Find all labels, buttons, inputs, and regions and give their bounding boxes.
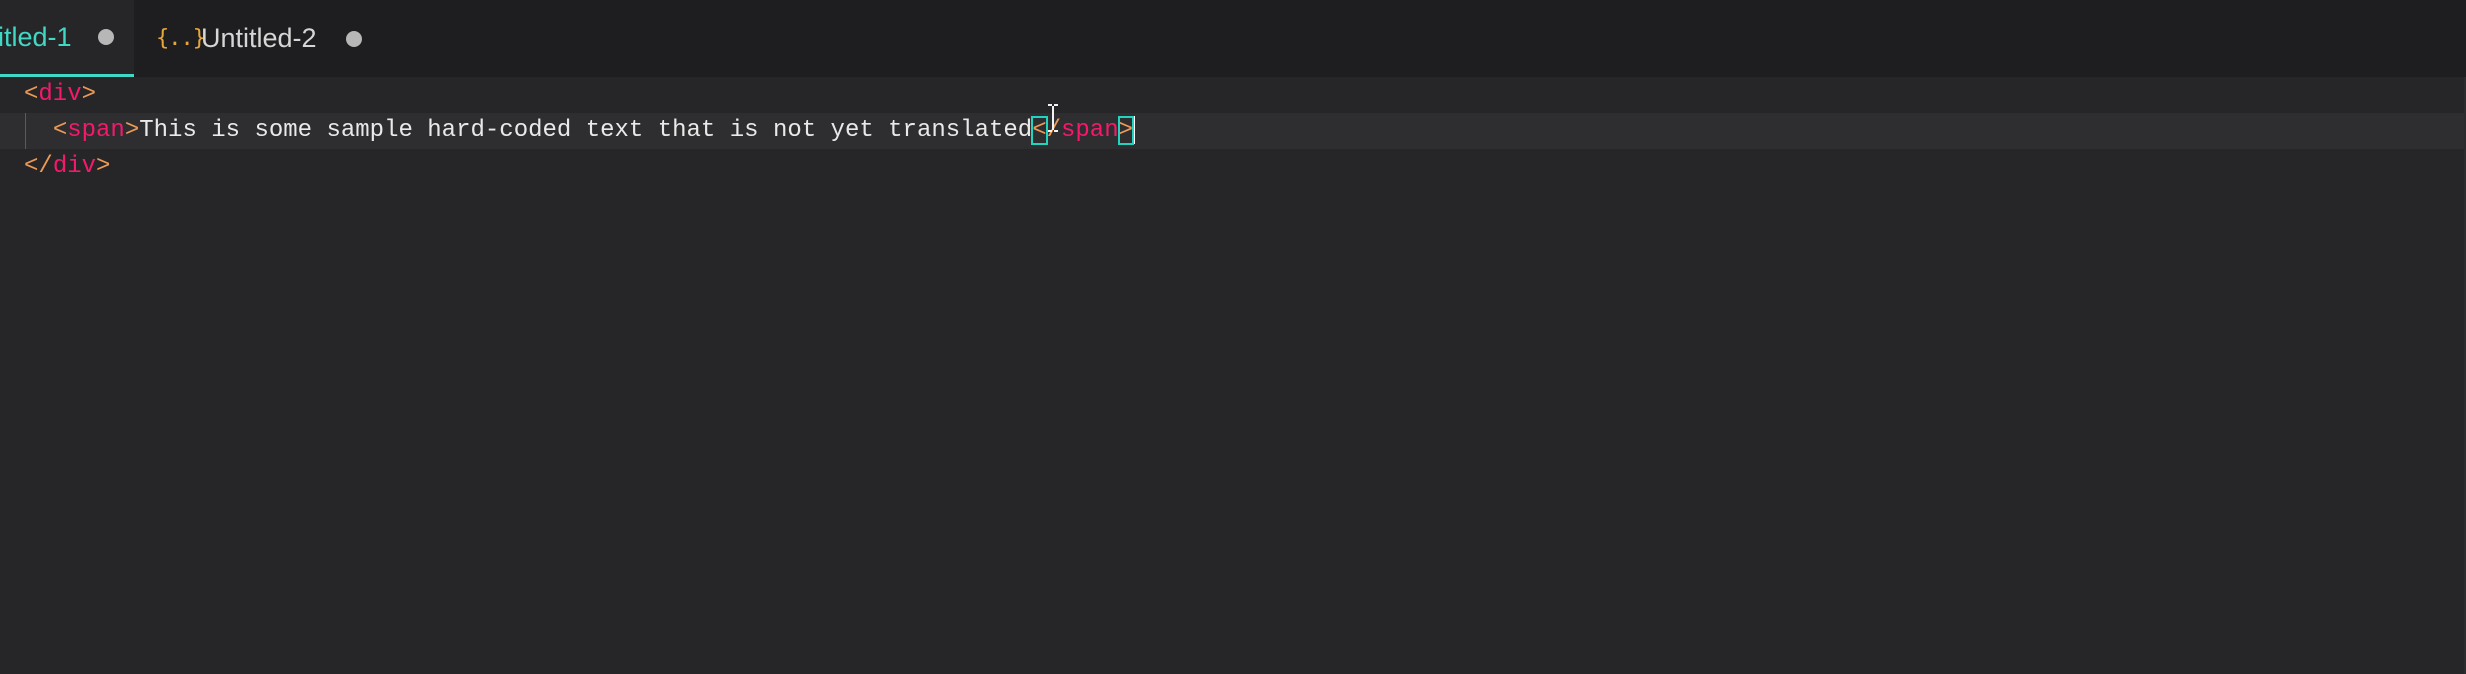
tag-open-bracket: </: [24, 153, 53, 180]
tag-open-bracket: <: [52, 117, 68, 144]
unsaved-dot-icon[interactable]: [346, 30, 362, 47]
tag-name: div: [52, 153, 97, 180]
tag-close-bracket: >: [96, 153, 111, 180]
editor-window: itled-1 {..} Untitled-2 <div> <span>This…: [0, 0, 2466, 674]
tab-untitled-1[interactable]: itled-1: [0, 0, 134, 77]
code-editor[interactable]: <div> <span>This is some sample hard-cod…: [0, 77, 2466, 674]
code-line[interactable]: <span>This is some sample hard-coded tex…: [24, 113, 1136, 149]
tag-open-bracket: <: [24, 81, 39, 108]
tag-name: div: [38, 81, 82, 108]
unsaved-dot-icon[interactable]: [98, 29, 114, 45]
tab-bar: itled-1 {..} Untitled-2: [0, 0, 2466, 77]
tab-label: Untitled-2: [201, 23, 317, 53]
hard-coded-text[interactable]: This is some sample hard-coded text that…: [139, 117, 1032, 144]
tab-untitled-2[interactable]: {..} Untitled-2: [134, 0, 374, 77]
text-caret: [1133, 115, 1136, 144]
ibeam-cursor-icon: [1048, 104, 1058, 132]
code-line[interactable]: </div>: [24, 149, 110, 185]
json-braces-icon: {..}: [156, 26, 206, 51]
code-line[interactable]: <div>: [24, 77, 96, 113]
tag-name: span: [67, 117, 125, 144]
tab-label: itled-1: [0, 21, 72, 52]
tag-name: span: [1061, 117, 1119, 144]
tag-close-bracket: >: [124, 117, 140, 144]
matching-bracket-close: >: [1117, 116, 1135, 145]
tag-close-bracket: >: [81, 81, 97, 108]
